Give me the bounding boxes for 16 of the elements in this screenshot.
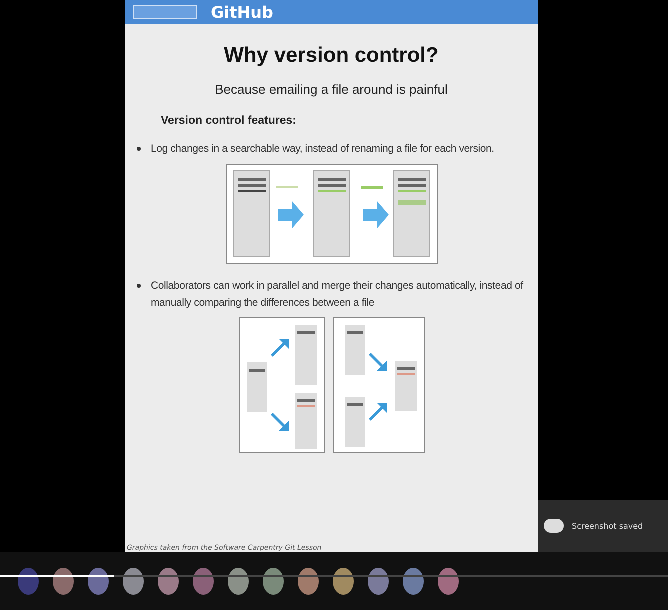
bullet-icon — [137, 147, 141, 151]
slide-subtitle: Because emailing a file around is painful — [215, 82, 448, 97]
participant-avatar[interactable] — [18, 568, 39, 594]
notification-toast[interactable]: Screenshot saved — [538, 500, 668, 552]
section-heading: Version control features: — [161, 115, 296, 127]
notification-title: Screenshot saved — [572, 522, 644, 530]
participant-avatar[interactable] — [333, 568, 354, 594]
bullet-icon — [137, 284, 141, 288]
participant-avatar[interactable] — [88, 568, 109, 594]
participant-avatar[interactable] — [53, 568, 74, 594]
cloud-icon — [544, 519, 564, 533]
participant-avatar[interactable] — [228, 568, 249, 594]
slide-title: Why version control? — [224, 44, 439, 68]
bullet-text: Log changes in a searchable way, instead of renaming a file for each version. — [151, 142, 494, 157]
header-title: GitHub — [211, 2, 274, 22]
bullet-text: Collaborators can work in parallel and merge their changes automatically, instead of manually comparing the differences between a file — [151, 278, 524, 311]
